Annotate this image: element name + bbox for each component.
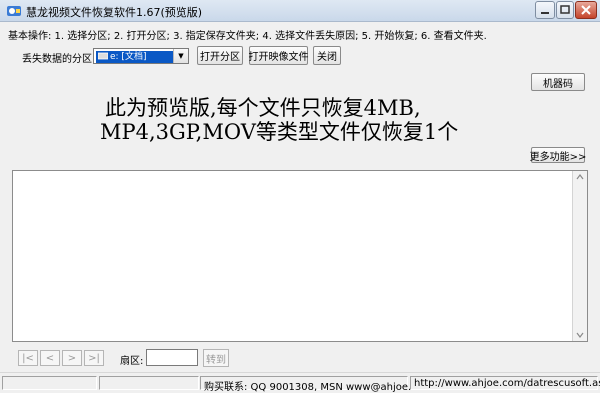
preview-notice-line2: MP4,3GP,MOV等类型文件仅恢复1个 <box>100 120 459 144</box>
status-url[interactable]: http://www.ahjoe.com/datrescusoft.asp <box>410 376 600 390</box>
maximize-icon <box>560 5 570 14</box>
maximize-button[interactable] <box>556 1 574 19</box>
partition-selected-value: e: [文档] <box>96 51 176 63</box>
drive-icon <box>97 52 109 60</box>
app-icon <box>7 6 21 16</box>
status-bar: 购买联系: QQ 9001308, MSN www@ahjoe.com http… <box>0 372 600 393</box>
instructions-text: 基本操作: 1. 选择分区; 2. 打开分区; 3. 指定保存文件夹; 4. 选… <box>8 31 487 42</box>
minimize-button[interactable] <box>535 1 555 19</box>
open-partition-button[interactable]: 打开分区 <box>197 46 243 65</box>
status-cell-2 <box>99 376 199 390</box>
scroll-down-icon[interactable] <box>576 332 584 338</box>
next-page-button[interactable]: > <box>62 350 82 366</box>
file-list[interactable] <box>12 170 588 342</box>
close-icon <box>581 5 591 15</box>
open-image-button[interactable]: 打开映像文件 <box>249 46 309 65</box>
partition-label: 丢失数据的分区: <box>22 54 96 65</box>
close-button[interactable]: 关闭 <box>313 46 341 65</box>
goto-button[interactable]: 转到 <box>203 349 229 367</box>
sector-input[interactable] <box>146 349 198 366</box>
title-bar[interactable]: 慧龙视频文件恢复软件1.67(预览版) <box>0 0 600 22</box>
first-page-button[interactable]: |< <box>18 350 38 366</box>
status-cell-1 <box>2 376 97 390</box>
more-features-button[interactable]: 更多功能>> <box>530 147 586 163</box>
minimize-icon <box>541 12 549 14</box>
partition-select[interactable]: e: [文档] ▼ <box>93 48 189 64</box>
prev-page-button[interactable]: < <box>40 350 60 366</box>
vertical-scrollbar[interactable] <box>572 171 587 341</box>
window-title: 慧龙视频文件恢复软件1.67(预览版) <box>26 6 203 19</box>
machine-code-button[interactable]: 机器码 <box>531 73 585 91</box>
status-contact: 购买联系: QQ 9001308, MSN www@ahjoe.com <box>200 376 433 393</box>
sector-label: 扇区: <box>120 356 144 367</box>
last-page-button[interactable]: >| <box>84 350 104 366</box>
scroll-up-icon[interactable] <box>576 174 584 180</box>
chevron-down-icon[interactable]: ▼ <box>173 49 188 63</box>
close-window-button[interactable] <box>575 1 597 19</box>
